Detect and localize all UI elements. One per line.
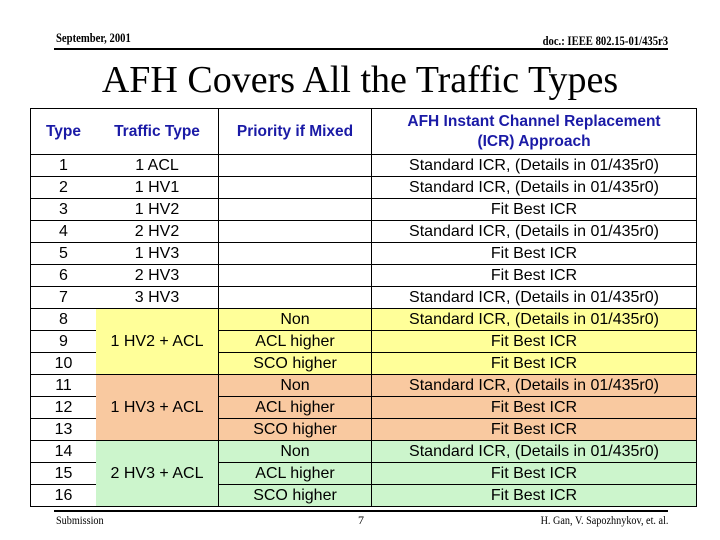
slide-title: AFH Covers All the Traffic Types — [101, 59, 619, 101]
cell-traffic: 1 ACL — [96, 154, 219, 177]
cell-type: 16 — [30, 484, 96, 507]
table-row: 73 HV3 Standard ICR, (Details in 01/435r0… — [30, 286, 697, 309]
cell-icr-approach: Standard ICR, (Details in 01/435r0) — [371, 308, 697, 331]
cell-icr-approach: Fit Best ICR — [371, 462, 697, 485]
col-header-traffic: Traffic Type — [96, 108, 219, 155]
cell-type: 4 — [30, 220, 96, 243]
table-row: 11 ACL Standard ICR, (Details in 01/435r0… — [30, 154, 697, 177]
cell-priority: Non — [218, 308, 372, 331]
col-header-priority: Priority if Mixed — [218, 108, 372, 155]
cell-priority: Non — [218, 374, 372, 397]
cell-priority — [218, 264, 372, 287]
cell-type: 13 — [30, 418, 96, 441]
cell-type: 5 — [30, 242, 96, 265]
cell-type: 1 — [30, 154, 96, 177]
table-row: 42 HV2 Standard ICR, (Details in 01/435r0… — [30, 220, 697, 243]
cell-icr-approach: Fit Best ICR — [371, 352, 697, 375]
cell-priority: Non — [218, 440, 372, 463]
footer-divider — [54, 510, 668, 512]
icr-header-line2: (ICR) Approach — [477, 132, 591, 150]
footer-authors: H. Gan, V. Sapozhnykov, et. al. — [540, 513, 668, 527]
cell-priority — [218, 286, 372, 309]
cell-priority: ACL higher — [218, 330, 372, 353]
cell-traffic: 1 HV2 — [96, 198, 219, 221]
cell-icr-approach: Fit Best ICR — [371, 418, 697, 441]
cell-type: 2 — [30, 176, 96, 199]
cell-traffic-group: 1 HV3 + ACL — [96, 374, 219, 441]
cell-type: 10 — [30, 352, 96, 375]
cell-priority: SCO higher — [218, 418, 372, 441]
cell-icr-approach: Standard ICR, (Details in 01/435r0) — [371, 374, 697, 397]
cell-priority: SCO higher — [218, 484, 372, 507]
cell-type: 15 — [30, 462, 96, 485]
table-row: 81 HV2 + ACL Non Standard ICR, (Details in… — [30, 308, 697, 375]
table-row: 21 HV1 Standard ICR, (Details in 01/435r0… — [30, 176, 697, 199]
col-header-icr: AFH Instant Channel Replacement (ICR) App… — [371, 108, 697, 155]
cell-priority — [218, 176, 372, 199]
table-row: 31 HV2 Fit Best ICR — [30, 198, 697, 221]
cell-priority — [218, 198, 372, 221]
cell-traffic: 2 HV2 — [96, 220, 219, 243]
header-doc-id: doc.: IEEE 802.15-01/435r3 — [542, 33, 668, 48]
cell-icr-approach: Fit Best ICR — [371, 264, 697, 287]
cell-traffic-group: 2 HV3 + ACL — [96, 440, 219, 507]
cell-priority: SCO higher — [218, 352, 372, 375]
cell-type: 11 — [30, 374, 96, 397]
cell-type: 7 — [30, 286, 96, 309]
cell-priority — [218, 242, 372, 265]
footer-page-number: 7 — [358, 513, 364, 527]
table-row: 11 1 HV3 + ACL Non Standard ICR, (Details i… — [30, 374, 697, 441]
footer-submission: Submission — [56, 513, 104, 527]
cell-icr-approach: Fit Best ICR — [371, 242, 697, 265]
cell-type: 12 — [30, 396, 96, 419]
cell-traffic: 1 HV1 — [96, 176, 219, 199]
cell-traffic: 3 HV3 — [96, 286, 219, 309]
table-header-row: Type Traffic Type Priority if Mixed AFH … — [30, 108, 697, 155]
cell-type: 6 — [30, 264, 96, 287]
cell-icr-approach: Standard ICR, (Details in 01/435r0) — [371, 176, 697, 199]
cell-priority: ACL higher — [218, 396, 372, 419]
cell-icr-approach: Fit Best ICR — [371, 396, 697, 419]
traffic-table: Type Traffic Type Priority if Mixed AFH … — [30, 108, 697, 507]
cell-icr-approach: Standard ICR, (Details in 01/435r0) — [371, 440, 697, 463]
cell-priority — [218, 220, 372, 243]
table-row: 14 2 HV3 + ACL Non Standard ICR, (Details i… — [30, 440, 697, 507]
cell-priority: ACL higher — [218, 462, 372, 485]
table-row: 51 HV3 Fit Best ICR — [30, 242, 697, 265]
table-row: 62 HV3 Fit Best ICR — [30, 264, 697, 287]
cell-traffic-group: 1 HV2 + ACL — [96, 308, 219, 375]
cell-traffic: 1 HV3 — [96, 242, 219, 265]
cell-icr-approach: Fit Best ICR — [371, 330, 697, 353]
cell-icr-approach: Fit Best ICR — [371, 484, 697, 507]
header-divider — [54, 48, 668, 50]
cell-icr-approach: Standard ICR, (Details in 01/435r0) — [371, 286, 697, 309]
col-header-type: Type — [30, 108, 96, 155]
cell-type: 9 — [30, 330, 96, 353]
cell-type: 14 — [30, 440, 96, 463]
cell-type: 3 — [30, 198, 96, 221]
cell-priority — [218, 154, 372, 177]
cell-icr-approach: Standard ICR, (Details in 01/435r0) — [371, 154, 697, 177]
header-date: September, 2001 — [56, 30, 131, 45]
cell-icr-approach: Standard ICR, (Details in 01/435r0) — [371, 220, 697, 243]
icr-header-line1: AFH Instant Channel Replacement — [407, 112, 661, 130]
cell-type: 8 — [30, 308, 96, 331]
cell-icr-approach: Fit Best ICR — [371, 198, 697, 221]
cell-traffic: 2 HV3 — [96, 264, 219, 287]
